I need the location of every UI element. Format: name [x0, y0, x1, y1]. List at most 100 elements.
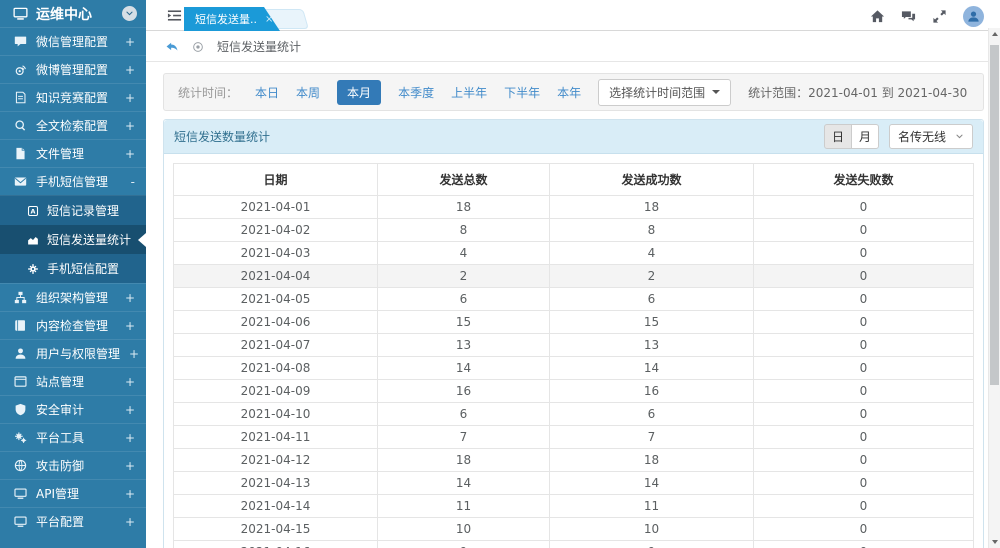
- table-cell: 9: [550, 541, 754, 548]
- panel-controls: 日月 名传无线: [824, 124, 973, 149]
- chevron-down-icon: [955, 132, 964, 141]
- sidebar-item[interactable]: 组织架构管理 +: [0, 283, 146, 311]
- sidebar-collapse-button[interactable]: [122, 6, 137, 21]
- desktop-icon: [14, 487, 27, 500]
- sidebar-subitem[interactable]: 手机短信配置: [0, 254, 146, 283]
- table-cell: 18: [550, 449, 754, 472]
- tab-sms-statistics[interactable]: 短信发送量.. ×: [184, 7, 280, 31]
- sidebar-item[interactable]: 文件管理+: [0, 139, 146, 167]
- table-row: 2021-04-0615150: [174, 311, 974, 334]
- table-cell: 2021-04-07: [174, 334, 378, 357]
- sidebar-item[interactable]: 用户与权限管理+: [0, 339, 146, 367]
- home-icon[interactable]: [870, 9, 885, 24]
- table-cell: 0: [754, 334, 974, 357]
- table-cell: 9: [378, 541, 550, 548]
- table-cell: 2021-04-15: [174, 518, 378, 541]
- sidebar-item[interactable]: API管理+: [0, 479, 146, 507]
- sidebar-item[interactable]: 安全审计+: [0, 395, 146, 423]
- table-cell: 2021-04-10: [174, 403, 378, 426]
- back-icon[interactable]: [165, 40, 179, 54]
- expand-indicator: +: [125, 487, 135, 501]
- sidebar-item-label: 平台工具: [36, 429, 84, 446]
- table-cell: 0: [754, 196, 974, 219]
- sidebar-item[interactable]: 攻击防御+: [0, 451, 146, 479]
- gear-icon: [27, 263, 39, 275]
- scrollbar-up-arrow[interactable]: [989, 28, 1000, 40]
- column-header: 发送总数: [378, 164, 550, 196]
- sidebar-item-label: 知识竞赛配置: [36, 89, 108, 106]
- table-cell: 14: [378, 472, 550, 495]
- search-icon: [14, 119, 27, 132]
- unit-button[interactable]: 月: [851, 124, 879, 149]
- table-row: 2021-04-0118180: [174, 196, 974, 219]
- table-cell: 0: [754, 242, 974, 265]
- table-cell: 4: [378, 242, 550, 265]
- table-cell: 2021-04-12: [174, 449, 378, 472]
- time-filter-label: 统计时间：: [178, 84, 238, 101]
- scrollbar-down-arrow[interactable]: [989, 536, 1000, 548]
- time-filter-option[interactable]: 本月: [337, 80, 381, 105]
- table-cell: 0: [754, 518, 974, 541]
- table-cell: 8: [378, 219, 550, 242]
- user-avatar[interactable]: [963, 6, 984, 27]
- sms-statistics-panel: 短信发送数量统计 日月 名传无线 日期发送总数发送成功数发送失败数2021-04…: [163, 119, 984, 548]
- sidebar-item[interactable]: 手机短信管理-: [0, 167, 146, 195]
- expand-indicator: +: [125, 119, 135, 133]
- unit-button-group: 日月: [824, 124, 879, 149]
- sidebar-item[interactable]: 知识竞赛配置+: [0, 83, 146, 111]
- table-cell: 0: [754, 357, 974, 380]
- table-cell: 2021-04-01: [174, 196, 378, 219]
- sidebar-toggle-icon[interactable]: [167, 8, 182, 23]
- table-row: 2021-04-02880: [174, 219, 974, 242]
- sidebar-subitem[interactable]: 短信发送量统计: [0, 225, 146, 254]
- vertical-scrollbar[interactable]: [988, 28, 1000, 548]
- sidebar-item[interactable]: 微信管理配置 +: [0, 27, 146, 55]
- sidebar-item-label: 全文检索配置: [36, 117, 108, 134]
- table-row: 2021-04-0713130: [174, 334, 974, 357]
- book-icon: [14, 319, 27, 332]
- channel-select[interactable]: 名传无线: [889, 124, 973, 149]
- time-filter-option[interactable]: 上半年: [451, 84, 487, 101]
- scrollbar-thumb[interactable]: [990, 45, 999, 385]
- time-filter-option[interactable]: 下半年: [504, 84, 540, 101]
- sms-statistics-table: 日期发送总数发送成功数发送失败数2021-04-01181802021-04-0…: [173, 163, 974, 548]
- unit-button[interactable]: 日: [824, 124, 852, 149]
- sidebar-subitem-label: 短信发送量统计: [47, 231, 131, 248]
- sidebar-item-label: 平台配置: [36, 513, 84, 530]
- envelope-icon: [14, 175, 27, 188]
- sidebar-item[interactable]: 微博管理配置+: [0, 55, 146, 83]
- comments-icon[interactable]: [901, 9, 916, 24]
- sidebar-item[interactable]: 全文检索配置 +: [0, 111, 146, 139]
- table-cell: 2021-04-13: [174, 472, 378, 495]
- sidebar-item[interactable]: 平台工具+: [0, 423, 146, 451]
- expand-indicator: +: [125, 35, 135, 49]
- sidebar-item-label: 微信管理配置: [36, 33, 108, 50]
- time-filter-option[interactable]: 本周: [296, 84, 320, 101]
- table-cell: 18: [378, 196, 550, 219]
- sidebar-item[interactable]: 站点管理+: [0, 367, 146, 395]
- time-range-dropdown[interactable]: 选择统计时间范围: [598, 79, 731, 106]
- time-filter-bar: 统计时间： 本日本周本月本季度上半年下半年本年 选择统计时间范围 统计范围：20…: [163, 73, 984, 111]
- expand-indicator: +: [125, 291, 135, 305]
- table-cell: 6: [378, 403, 550, 426]
- sidebar-subitem[interactable]: A短信记录管理: [0, 196, 146, 225]
- sidebar-item[interactable]: 平台配置+: [0, 507, 146, 535]
- breadcrumb: 短信发送量统计: [146, 32, 1000, 62]
- table-row: 2021-04-11770: [174, 426, 974, 449]
- sidebar-item-label: 组织架构管理: [36, 289, 108, 306]
- fullscreen-icon[interactable]: [932, 9, 947, 24]
- table-header-row: 日期发送总数发送成功数发送失败数: [174, 164, 974, 196]
- time-filter-option[interactable]: 本季度: [398, 84, 434, 101]
- globe-icon: [14, 459, 27, 472]
- sidebar-header: 运维中心: [0, 0, 146, 27]
- expand-indicator: +: [125, 375, 135, 389]
- eye-icon: [192, 41, 204, 53]
- table-cell: 2021-04-06: [174, 311, 378, 334]
- time-filter-option[interactable]: 本日: [255, 84, 279, 101]
- panel-header: 短信发送数量统计 日月 名传无线: [164, 120, 983, 154]
- time-filter-option[interactable]: 本年: [557, 84, 581, 101]
- table-cell: 2021-04-16: [174, 541, 378, 548]
- expand-indicator: +: [125, 147, 135, 161]
- sidebar-item[interactable]: 内容检查管理+: [0, 311, 146, 339]
- content-area: 统计时间： 本日本周本月本季度上半年下半年本年 选择统计时间范围 统计范围：20…: [146, 63, 988, 548]
